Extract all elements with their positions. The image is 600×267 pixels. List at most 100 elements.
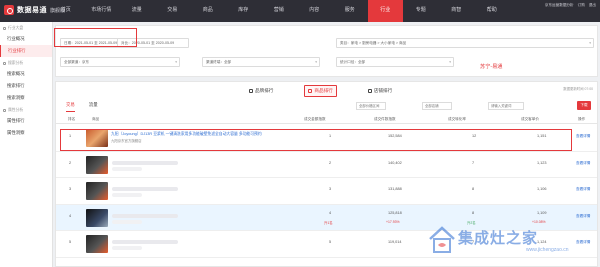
rank-cell: 2 bbox=[69, 160, 72, 165]
gmv-cell: 3 bbox=[329, 187, 332, 191]
gmv-cell: 2 bbox=[329, 160, 332, 165]
conversion-cell: 7 bbox=[472, 160, 475, 165]
blurred-product-name bbox=[112, 240, 178, 244]
nav-item[interactable]: 专题 bbox=[403, 0, 439, 22]
sidebar-item[interactable]: 行业概况 bbox=[0, 33, 52, 45]
house-logo-icon bbox=[429, 226, 455, 253]
rank-cell: 3 bbox=[69, 187, 72, 191]
download-button[interactable]: 下载 bbox=[577, 101, 591, 110]
view-detail-link[interactable]: 查看详情 bbox=[576, 134, 590, 139]
shop-name[interactable]: 京东运营数据分析 bbox=[545, 3, 574, 8]
sidebar-item[interactable]: 搜索排行 bbox=[0, 80, 52, 92]
blurred-shop-name bbox=[112, 193, 142, 197]
sidebar-group-title: 行业大盘 bbox=[0, 22, 52, 33]
user-links: 京东运营数据分析 订购 退出 bbox=[545, 3, 596, 8]
product-thumbnail[interactable] bbox=[86, 208, 108, 227]
view-detail-link[interactable]: 查看详情 bbox=[576, 214, 590, 219]
metric-tabs: 交易 流量 bbox=[66, 102, 98, 112]
tab-shop-rank[interactable]: 店铺排行 bbox=[365, 85, 395, 97]
product-thumbnail[interactable] bbox=[86, 155, 108, 174]
blurred-shop-name bbox=[112, 246, 142, 250]
brand-icon bbox=[249, 89, 253, 93]
col-aov[interactable]: 成交客单价 bbox=[521, 117, 539, 122]
col-action: 操作 bbox=[578, 117, 586, 121]
client-select[interactable]: 渠道终端：全部 ▾ bbox=[202, 57, 320, 67]
tab-product-rank[interactable]: 商品排行 bbox=[304, 85, 337, 97]
main-content: 日期：2021-05-01 至 2021-05-09 对比：2020-05-01… bbox=[54, 25, 598, 267]
rank-tabs: 品牌排行 商品排行 店铺排行 bbox=[246, 85, 395, 97]
shop-icon bbox=[367, 89, 372, 93]
logout-link[interactable]: 退出 bbox=[589, 3, 596, 8]
nav-item[interactable]: 市场行情 bbox=[84, 0, 120, 22]
rank-cell: 4 bbox=[69, 213, 72, 218]
sidebar-item[interactable]: 搜索洞察 bbox=[0, 92, 52, 104]
view-detail-link[interactable]: 查看详情 bbox=[576, 187, 590, 192]
annotation-label: 苏宁-易通 bbox=[480, 64, 503, 70]
tab-traffic[interactable]: 流量 bbox=[89, 102, 98, 112]
view-detail-link[interactable]: 查看详情 bbox=[576, 161, 590, 166]
product-thumbnail[interactable] bbox=[86, 182, 108, 200]
col-conversion[interactable]: 成交转化率 bbox=[448, 117, 466, 122]
nav-item[interactable]: 商品 bbox=[190, 0, 226, 22]
gmv-cell: 5 bbox=[329, 240, 332, 244]
chevron-down-icon: ▾ bbox=[315, 60, 317, 64]
category-select[interactable]: 类目：家电 > 厨房电器 > 大小家电 > 商品 ▾ bbox=[336, 38, 594, 48]
col-units[interactable]: 成交件数指数 bbox=[374, 117, 396, 122]
units-cell: 125,818 bbox=[388, 210, 402, 215]
watermark-url: www.jichengzao.cn bbox=[526, 247, 569, 253]
units-cell: 140,402 bbox=[388, 160, 402, 165]
blurred-product-name bbox=[112, 160, 178, 165]
aov-change: +10.08% bbox=[532, 219, 546, 224]
nav-item[interactable]: 交易 bbox=[155, 0, 191, 22]
nav-item[interactable]: 服务 bbox=[332, 0, 368, 22]
conversion-change: 升2名 bbox=[467, 220, 476, 225]
scope-select[interactable]: 统计口径：全部 ▾ bbox=[336, 57, 454, 67]
col-rank: 排名 bbox=[68, 117, 76, 121]
col-gmv[interactable]: 成交金额指数 bbox=[304, 117, 326, 122]
sidebar-group-title: 属性分析 bbox=[0, 104, 52, 115]
app-title: 数据易通 bbox=[17, 7, 47, 14]
conversion-cell: 8 bbox=[472, 210, 475, 215]
sidebar: 行业大盘 行业概况 行业排行 搜索分析 搜索概况 搜索排行 搜索洞察 属性分析 … bbox=[0, 22, 53, 267]
attribute-icon bbox=[3, 109, 6, 112]
site-watermark: 集成灶之家 www.jichengzao.cn bbox=[428, 225, 596, 259]
nav-item[interactable]: 营销 bbox=[261, 0, 297, 22]
nav-item[interactable]: 帮助 bbox=[474, 0, 510, 22]
aov-cell: 1,109 bbox=[537, 210, 547, 215]
units-change: +17.93% bbox=[386, 219, 400, 224]
nav-item-industry[interactable]: 行业 bbox=[367, 0, 403, 22]
blurred-shop-name bbox=[112, 166, 142, 171]
watermark-text: 集成灶之家 bbox=[458, 230, 539, 247]
product-thumbnail[interactable] bbox=[86, 235, 108, 253]
aov-cell: 1,106 bbox=[537, 187, 547, 191]
channel-select[interactable]: 全部渠道：京东 ▾ bbox=[60, 57, 180, 67]
tab-brand-rank[interactable]: 品牌排行 bbox=[246, 85, 276, 97]
nav-item[interactable]: 库存 bbox=[226, 0, 262, 22]
nav-item[interactable]: 流量 bbox=[119, 0, 155, 22]
aov-cell: 1,123 bbox=[537, 160, 547, 165]
chevron-down-icon: ▾ bbox=[175, 60, 177, 64]
nav-item[interactable]: 商智 bbox=[439, 0, 475, 22]
gmv-cell: 4 bbox=[329, 210, 332, 215]
blurred-product-name bbox=[112, 213, 178, 218]
logo-icon bbox=[4, 5, 14, 15]
keyword-input[interactable]: 请输入关键词 bbox=[488, 102, 524, 110]
search-icon bbox=[3, 62, 6, 65]
sidebar-item-industry-rank[interactable]: 行业排行 bbox=[0, 45, 52, 57]
date-highlight-box bbox=[54, 28, 137, 47]
shop-select[interactable]: 全部店铺 bbox=[422, 102, 452, 110]
rank-cell: 5 bbox=[69, 240, 72, 244]
subscribe-link[interactable]: 订购 bbox=[578, 3, 585, 8]
sidebar-item[interactable]: 属性排行 bbox=[0, 115, 52, 127]
blurred-product-name bbox=[112, 187, 178, 191]
conversion-cell: 8 bbox=[472, 187, 475, 191]
price-range-select[interactable]: 全部价格区间 bbox=[356, 102, 386, 110]
sidebar-item[interactable]: 搜索概况 bbox=[0, 68, 52, 80]
table-header: 排名 商品 成交金额指数 成交件数指数 成交转化率 成交客单价 操作 bbox=[56, 116, 597, 124]
tab-trade[interactable]: 交易 bbox=[66, 102, 75, 112]
sidebar-item[interactable]: 属性洞察 bbox=[0, 127, 52, 139]
sidebar-group-title: 搜索分析 bbox=[0, 57, 52, 68]
nav-item[interactable]: 内容 bbox=[297, 0, 333, 22]
nav-item[interactable]: 首页 bbox=[48, 0, 84, 22]
market-icon bbox=[3, 27, 6, 30]
